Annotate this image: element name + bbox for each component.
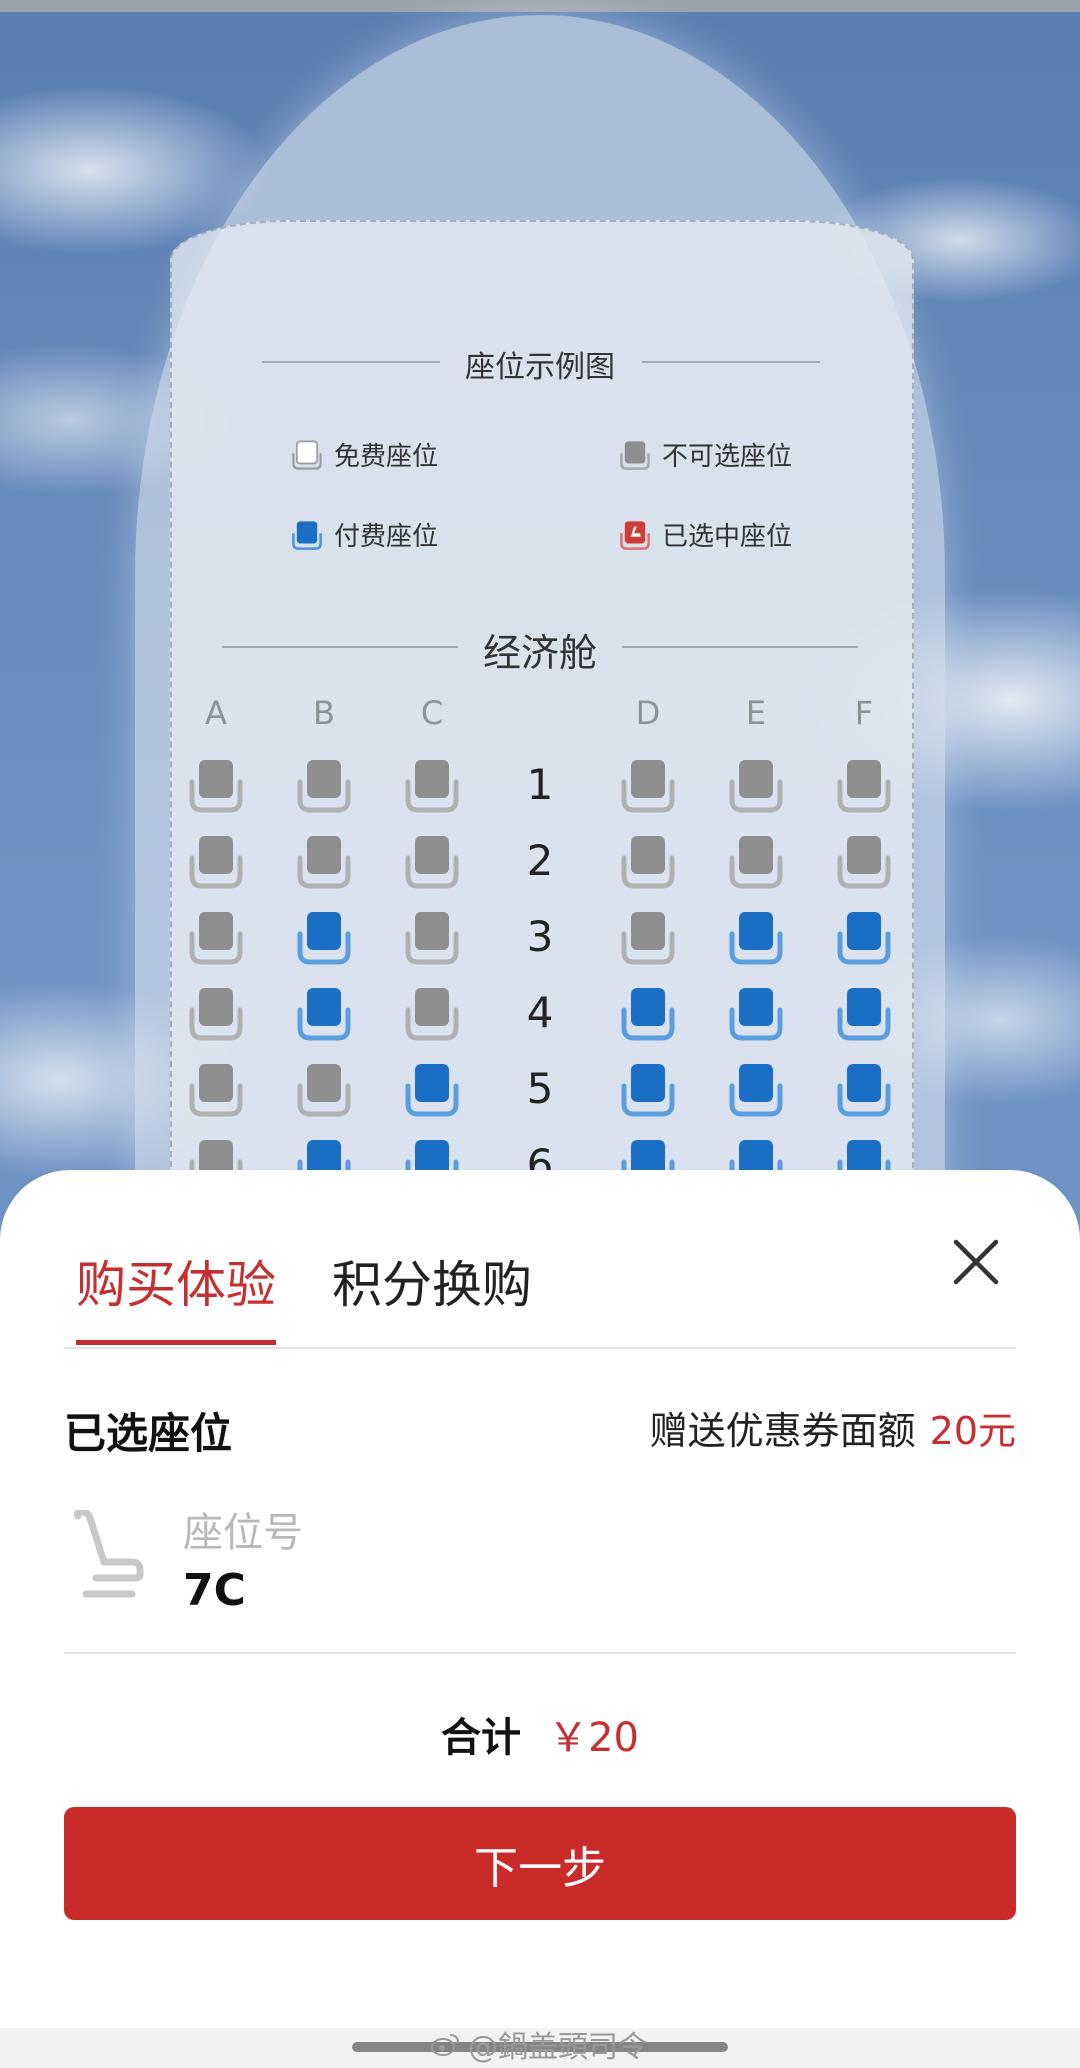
row-number-5: 5 bbox=[526, 1064, 554, 1113]
active-tab-indicator bbox=[76, 1340, 276, 1345]
legend-divider-right bbox=[642, 361, 820, 363]
seat-free-icon bbox=[292, 440, 322, 470]
row-number-4: 4 bbox=[526, 988, 554, 1037]
seat-5b-unavailable[interactable] bbox=[294, 1060, 354, 1120]
cabin-divider-right bbox=[622, 646, 858, 648]
next-step-button[interactable]: 下一步 bbox=[64, 1807, 1016, 1920]
cabin-title: 经济舱 bbox=[482, 631, 597, 675]
legend-title: 座位示例图 bbox=[465, 350, 615, 385]
legend-label: 已选中座位 bbox=[662, 522, 793, 552]
total-row: 合计 ￥20 bbox=[0, 1705, 1080, 1763]
seat-2d-unavailable[interactable] bbox=[618, 832, 678, 892]
coupon-amount: 20元 bbox=[929, 1409, 1016, 1453]
close-icon[interactable] bbox=[946, 1232, 1006, 1292]
total-price: ￥20 bbox=[548, 1715, 639, 1761]
column-label-f: F bbox=[854, 694, 874, 732]
seat-2e-unavailable[interactable] bbox=[726, 832, 786, 892]
weibo-logo-icon bbox=[431, 2034, 459, 2056]
seat-5c-paid[interactable] bbox=[402, 1060, 462, 1120]
legend-free: 免费座位 bbox=[290, 436, 438, 473]
seat-icon bbox=[74, 1510, 144, 1598]
status-bar bbox=[0, 0, 1080, 12]
tab-points-exchange[interactable]: 积分换购 bbox=[332, 1245, 532, 1317]
watermark-text: @鍋盖頭司令 bbox=[468, 2030, 648, 2065]
tab-buy-experience[interactable]: 购买体验 bbox=[76, 1245, 276, 1317]
coupon-label: 赠送优惠券面额 bbox=[649, 1409, 916, 1453]
legend-divider-left bbox=[262, 361, 440, 363]
legend-label: 免费座位 bbox=[334, 442, 439, 472]
seat-number-value: 7C bbox=[183, 1565, 246, 1616]
seat-5f-paid[interactable] bbox=[834, 1060, 894, 1120]
seat-4f-paid[interactable] bbox=[834, 984, 894, 1044]
seat-4b-paid[interactable] bbox=[294, 984, 354, 1044]
watermark: @鍋盖頭司令 bbox=[430, 2022, 648, 2066]
seat-unavailable-icon bbox=[620, 440, 650, 470]
seat-divider bbox=[64, 1652, 1016, 1654]
tab-divider bbox=[64, 1347, 1016, 1349]
seat-3f-paid[interactable] bbox=[834, 908, 894, 968]
legend-unavailable: 不可选座位 bbox=[618, 436, 792, 473]
total-label: 合计 bbox=[441, 1715, 521, 1761]
seat-1c-unavailable[interactable] bbox=[402, 756, 462, 816]
seat-4c-unavailable[interactable] bbox=[402, 984, 462, 1044]
column-label-d: D bbox=[635, 694, 661, 732]
seat-2b-unavailable[interactable] bbox=[294, 832, 354, 892]
seat-3b-paid[interactable] bbox=[294, 908, 354, 968]
legend-selected: 已选中座位 bbox=[618, 516, 792, 553]
seat-5d-paid[interactable] bbox=[618, 1060, 678, 1120]
seat-4d-paid[interactable] bbox=[618, 984, 678, 1044]
seat-number-label: 座位号 bbox=[183, 1510, 303, 1556]
seat-3a-unavailable[interactable] bbox=[186, 908, 246, 968]
seat-1b-unavailable[interactable] bbox=[294, 756, 354, 816]
seat-2f-unavailable[interactable] bbox=[834, 832, 894, 892]
seat-4e-paid[interactable] bbox=[726, 984, 786, 1044]
seat-paid-icon bbox=[292, 520, 322, 550]
seat-2c-unavailable[interactable] bbox=[402, 832, 462, 892]
seat-5a-unavailable[interactable] bbox=[186, 1060, 246, 1120]
selected-seat-title: 已选座位 bbox=[64, 1409, 233, 1458]
seat-4a-unavailable[interactable] bbox=[186, 984, 246, 1044]
seat-selected-icon bbox=[620, 520, 650, 550]
row-number-1: 1 bbox=[526, 760, 554, 809]
column-label-c: C bbox=[420, 694, 444, 732]
coupon-info: 赠送优惠券面额 20元 bbox=[650, 1400, 1016, 1455]
seat-3d-unavailable[interactable] bbox=[618, 908, 678, 968]
seat-3c-unavailable[interactable] bbox=[402, 908, 462, 968]
row-number-2: 2 bbox=[526, 836, 554, 885]
column-label-a: A bbox=[205, 694, 227, 732]
seat-1a-unavailable[interactable] bbox=[186, 756, 246, 816]
legend-paid: 付费座位 bbox=[290, 516, 438, 553]
column-label-b: B bbox=[313, 694, 335, 732]
legend-label: 不可选座位 bbox=[662, 442, 793, 472]
seat-2a-unavailable[interactable] bbox=[186, 832, 246, 892]
seat-1e-unavailable[interactable] bbox=[726, 756, 786, 816]
seat-1d-unavailable[interactable] bbox=[618, 756, 678, 816]
row-number-3: 3 bbox=[526, 912, 554, 961]
column-label-e: E bbox=[745, 694, 767, 732]
seat-1f-unavailable[interactable] bbox=[834, 756, 894, 816]
seat-5e-paid[interactable] bbox=[726, 1060, 786, 1120]
legend-label: 付费座位 bbox=[334, 522, 439, 552]
cabin-divider-left bbox=[222, 646, 458, 648]
seat-3e-paid[interactable] bbox=[726, 908, 786, 968]
